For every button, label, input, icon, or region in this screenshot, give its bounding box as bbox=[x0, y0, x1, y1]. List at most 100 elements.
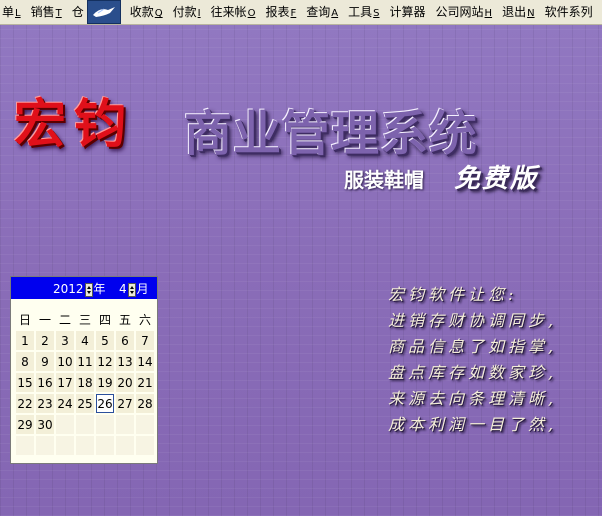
calendar-day[interactable]: 4 bbox=[76, 331, 94, 350]
app-icon[interactable] bbox=[87, 0, 121, 24]
menu-item[interactable]: 工具S bbox=[344, 0, 383, 24]
calendar-day[interactable]: 29 bbox=[16, 415, 34, 434]
calendar-day[interactable]: 19 bbox=[96, 373, 114, 392]
calendar-day[interactable]: 18 bbox=[76, 373, 94, 392]
menu-item[interactable]: 付款I bbox=[169, 0, 205, 24]
menu-item[interactable]: 退出N bbox=[498, 0, 539, 24]
calendar-day[interactable]: 10 bbox=[56, 352, 74, 371]
calendar-empty-cell bbox=[56, 415, 74, 434]
menu-item-label: 销售 bbox=[30, 5, 55, 19]
calendar-year: 2012 bbox=[53, 282, 84, 296]
calendar-day[interactable]: 27 bbox=[116, 394, 134, 413]
poem-line: 盘点库存如数家珍, bbox=[388, 363, 558, 382]
menu-item[interactable]: 计算器 bbox=[386, 0, 430, 24]
menu-item-accelerator: I bbox=[197, 8, 201, 19]
calendar-day[interactable]: 11 bbox=[76, 352, 94, 371]
calendar-empty-cell bbox=[136, 436, 154, 455]
calendar-day[interactable]: 3 bbox=[56, 331, 74, 350]
poem-line: 宏钧软件让您: bbox=[388, 285, 518, 304]
calendar-day[interactable]: 24 bbox=[56, 394, 74, 413]
calendar-day[interactable]: 22 bbox=[16, 394, 34, 413]
app-title: 商业管理系统 bbox=[184, 106, 479, 162]
poem-line: 商品信息了如指掌, bbox=[388, 337, 558, 356]
menu-item[interactable]: 往来帐O bbox=[207, 0, 260, 24]
menu-item[interactable]: 收款Q bbox=[126, 0, 167, 24]
menu-item-accelerator: T bbox=[55, 8, 62, 19]
calendar-empty-cell bbox=[56, 436, 74, 455]
calendar-day[interactable]: 13 bbox=[116, 352, 134, 371]
menu-item-label: 查询 bbox=[306, 5, 331, 19]
menu-item-label: 单 bbox=[2, 5, 15, 19]
weekday-header: 四 bbox=[98, 313, 111, 327]
calendar-day[interactable]: 2 bbox=[36, 331, 54, 350]
calendar-grid: 日一二三四五六 1 2 3 4 5 6 7 8 9 10 11 12 13 14 15 16 17 18 19 20 21… bbox=[15, 309, 155, 456]
poem-line: 来源去向条理清晰, bbox=[388, 389, 558, 408]
menu-item-accelerator: S bbox=[373, 8, 380, 19]
calendar-empty-cell bbox=[76, 415, 94, 434]
calendar-day[interactable]: 12 bbox=[96, 352, 114, 371]
calendar-month: 4 bbox=[119, 282, 127, 296]
calendar-day[interactable]: 25 bbox=[76, 394, 94, 413]
calendar-day[interactable]: 9 bbox=[36, 352, 54, 371]
calendar-widget: 2012 年 4月 日一二三四五六 1 2 3 4 5 6 7 8 9 10 11 12 13 14 15 16 1… bbox=[10, 276, 158, 464]
year-spinner-icon[interactable] bbox=[84, 282, 93, 297]
menu-item-label: 计算器 bbox=[389, 5, 426, 19]
calendar-empty-cell bbox=[116, 436, 134, 455]
calendar-day[interactable]: 15 bbox=[16, 373, 34, 392]
calendar-day[interactable]: 20 bbox=[116, 373, 134, 392]
calendar-empty-cell bbox=[116, 415, 134, 434]
weekday-header: 五 bbox=[118, 313, 131, 327]
calendar-day[interactable]: 16 bbox=[36, 373, 54, 392]
calendar-empty-cell bbox=[136, 415, 154, 434]
calendar-empty-cell bbox=[96, 436, 114, 455]
menu-item[interactable]: 销售T bbox=[27, 0, 66, 24]
calendar-header: 2012 年 4月 bbox=[11, 277, 157, 299]
brand-logo: 宏钧 bbox=[14, 94, 135, 155]
calendar-empty-cell bbox=[16, 436, 34, 455]
calendar-empty-cell bbox=[36, 436, 54, 455]
calendar-day[interactable]: 28 bbox=[136, 394, 154, 413]
menu-item-accelerator: H bbox=[484, 8, 493, 19]
calendar-empty-cell bbox=[76, 436, 94, 455]
menu-item-label: 收款 bbox=[129, 5, 154, 19]
month-spinner-icon[interactable] bbox=[127, 282, 136, 297]
calendar-month-control: 4月 bbox=[119, 280, 149, 297]
calendar-year-label: 年 bbox=[93, 282, 106, 296]
poem-line: 成本利润一目了然, bbox=[388, 415, 558, 434]
calendar-day[interactable]: 17 bbox=[56, 373, 74, 392]
weekday-header: 日 bbox=[18, 313, 31, 327]
calendar-month-label: 月 bbox=[136, 282, 149, 296]
calendar-day[interactable]: 14 bbox=[136, 352, 154, 371]
menu-item-accelerator: L bbox=[15, 8, 21, 19]
calendar-day[interactable]: 26 bbox=[96, 394, 114, 413]
calendar-day[interactable]: 30 bbox=[36, 415, 54, 434]
menu-item-label: 公司网站 bbox=[435, 5, 484, 19]
menu-item-label: 仓 bbox=[71, 5, 84, 19]
calendar-day[interactable]: 6 bbox=[116, 331, 134, 350]
menu-item[interactable]: 软件系列 bbox=[541, 0, 597, 24]
calendar-year-control: 2012 年 bbox=[53, 280, 106, 297]
calendar-day[interactable]: 23 bbox=[36, 394, 54, 413]
calendar-day[interactable]: 1 bbox=[16, 331, 34, 350]
weekday-header: 二 bbox=[58, 313, 71, 327]
calendar-day[interactable]: 5 bbox=[96, 331, 114, 350]
menu-item-accelerator: O bbox=[247, 8, 256, 19]
calendar-day[interactable]: 7 bbox=[136, 331, 154, 350]
menu-item[interactable]: 报表F bbox=[261, 0, 300, 24]
calendar-empty-cell bbox=[96, 415, 114, 434]
edition-label: 免费版 bbox=[454, 164, 539, 194]
menu-item-accelerator: Q bbox=[154, 8, 163, 19]
menu-item-label: 报表 bbox=[265, 5, 290, 19]
menu-item-label: 工具 bbox=[348, 5, 373, 19]
menu-item-label: 付款 bbox=[172, 5, 197, 19]
weekday-header: 一 bbox=[38, 313, 51, 327]
calendar-day[interactable]: 21 bbox=[136, 373, 154, 392]
menu-item[interactable]: 查询A bbox=[302, 0, 342, 24]
calendar-day[interactable]: 8 bbox=[16, 352, 34, 371]
menu-item[interactable]: 仓 bbox=[68, 0, 88, 24]
menu-item-accelerator: N bbox=[527, 8, 535, 19]
menu-item[interactable]: 公司网站H bbox=[432, 0, 497, 24]
menu-item-label: 软件系列 bbox=[544, 5, 593, 19]
menu-item[interactable]: 单L bbox=[0, 0, 25, 24]
slogan-poem: 宏钧软件让您: 进销存财协调同步, 商品信息了如指掌, 盘点库存如数家珍, 来源去向条理… bbox=[388, 282, 557, 438]
